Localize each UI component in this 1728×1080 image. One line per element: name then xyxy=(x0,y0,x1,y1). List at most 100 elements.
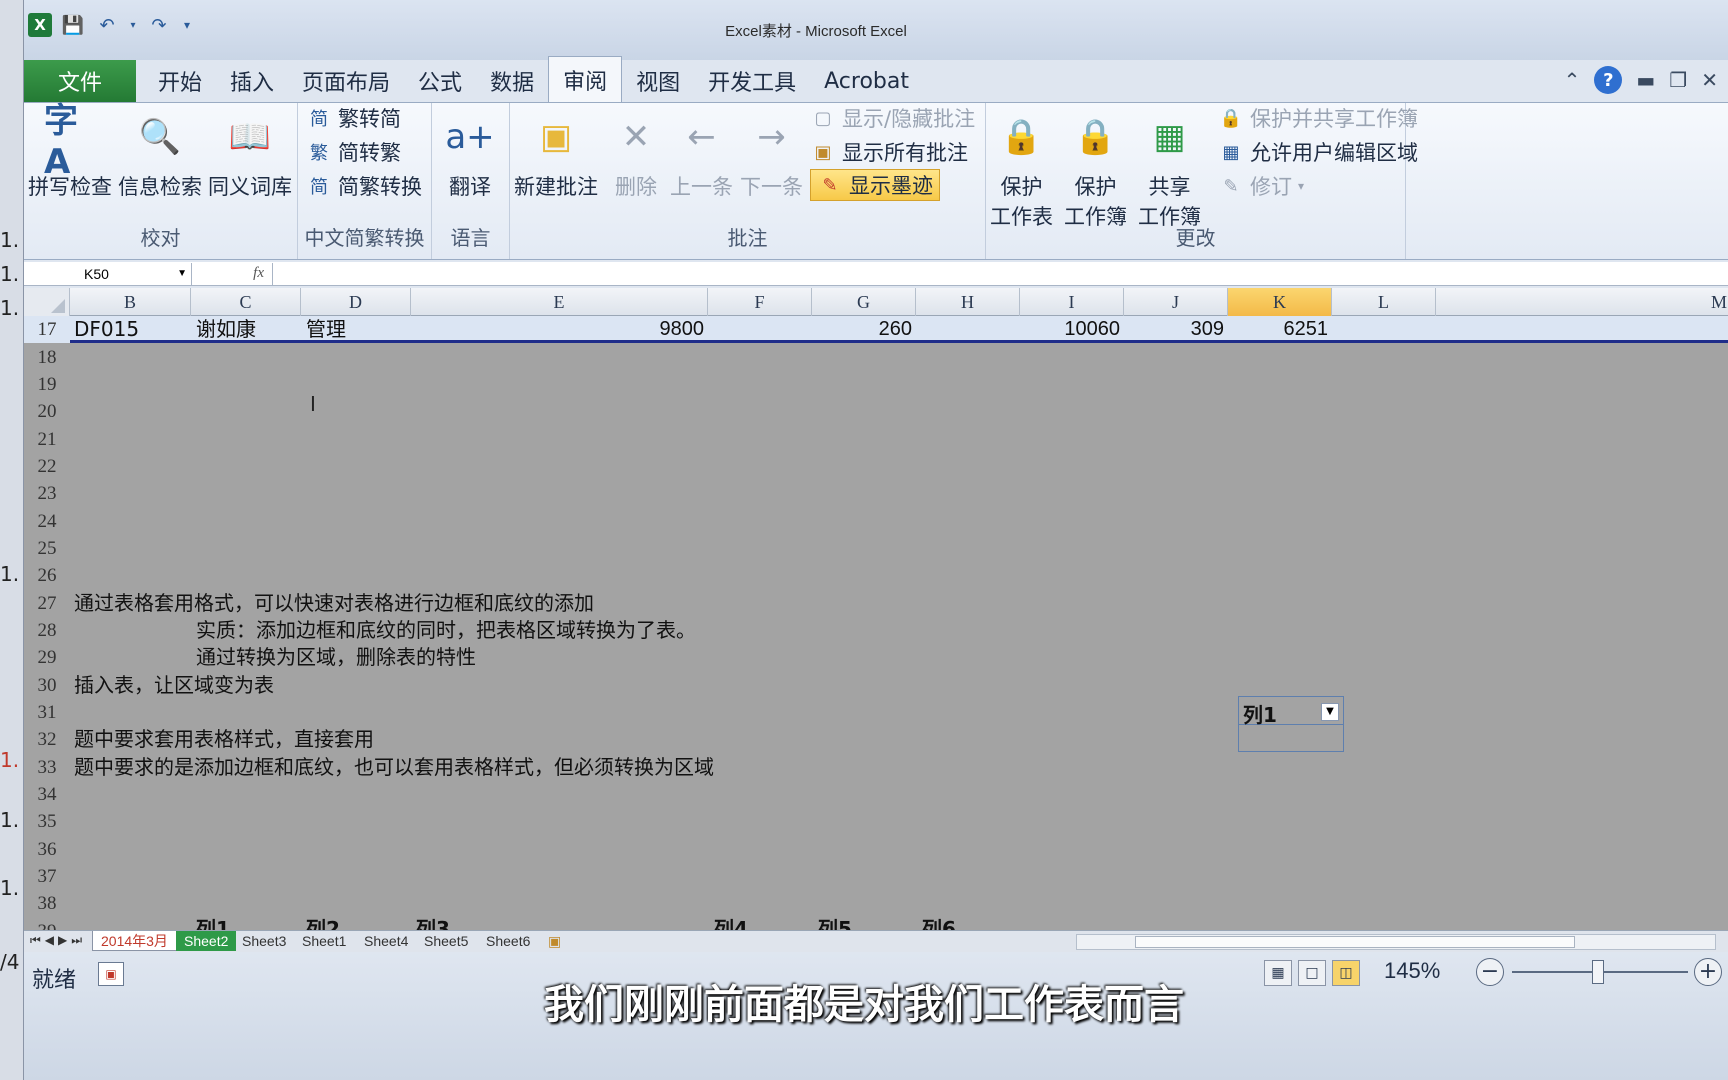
cell-b32[interactable]: 题中要求套用表格样式，直接套用 xyxy=(74,726,374,753)
delete-comment-button[interactable]: ✕ 删除 xyxy=(610,109,662,201)
sheet-navigation-arrows[interactable]: ⏮◀▶⏭ xyxy=(30,933,86,948)
column-header-b[interactable]: B xyxy=(70,288,191,316)
sheet-tab-2014-march[interactable]: 2014年3月 xyxy=(92,931,177,951)
column-header-d[interactable]: D xyxy=(301,288,411,316)
row-header[interactable]: 32 xyxy=(24,726,70,753)
minimize-icon[interactable]: ▬ xyxy=(1636,68,1655,92)
select-all-corner[interactable] xyxy=(24,288,70,316)
name-box[interactable]: K50 ▼ xyxy=(24,262,192,285)
minimize-ribbon-icon[interactable]: ⌃ xyxy=(1564,68,1581,92)
translate-button[interactable]: a+ 翻译 xyxy=(444,109,496,201)
previous-comment-button[interactable]: ← 上一条 xyxy=(670,109,733,201)
cell-b27[interactable]: 通过表格套用格式，可以快速对表格进行边框和底纹的添加 xyxy=(74,590,594,617)
row-header[interactable]: 21 xyxy=(24,426,70,453)
formula-input[interactable] xyxy=(272,262,1728,285)
column-header-f[interactable]: F xyxy=(708,288,812,316)
sheet-tab-sheet4[interactable]: Sheet4 xyxy=(356,931,416,951)
row-header[interactable]: 18 xyxy=(24,344,70,371)
column-header-j[interactable]: J xyxy=(1124,288,1228,316)
row-header[interactable]: 34 xyxy=(24,781,70,808)
protect-share-workbook-button[interactable]: 🔒 保护并共享工作簿 xyxy=(1218,103,1418,133)
row-header[interactable]: 31 xyxy=(24,699,70,726)
tab-formulas[interactable]: 公式 xyxy=(404,60,476,102)
cell-g39[interactable]: 列5 xyxy=(818,916,852,930)
cell-e39[interactable]: 列3 xyxy=(416,916,450,930)
new-comment-button[interactable]: ▣ 新建批注 xyxy=(514,109,598,201)
column-header-i[interactable]: I xyxy=(1020,288,1124,316)
insert-function-icon[interactable]: fx xyxy=(192,265,272,282)
sheet-tab-sheet5[interactable]: Sheet5 xyxy=(416,931,476,951)
row-header[interactable]: 19 xyxy=(24,371,70,398)
tab-page-layout[interactable]: 页面布局 xyxy=(288,60,404,102)
horizontal-scrollbar[interactable] xyxy=(1076,934,1716,950)
thesaurus-button[interactable]: 📖 同义词库 xyxy=(208,109,292,201)
help-icon[interactable]: ? xyxy=(1594,66,1623,94)
row-header[interactable]: 24 xyxy=(24,508,70,535)
row-header[interactable]: 38 xyxy=(24,890,70,917)
cell-g17[interactable]: 260 xyxy=(812,316,912,343)
cell-k17[interactable]: 6251 xyxy=(1228,316,1329,343)
tab-home[interactable]: 开始 xyxy=(144,60,216,102)
row-header[interactable]: 35 xyxy=(24,808,70,835)
column-header-e[interactable]: E xyxy=(411,288,708,316)
sheet-tab-sheet2[interactable]: Sheet2 xyxy=(176,931,237,951)
row-header[interactable]: 17 xyxy=(24,316,70,343)
row-header[interactable]: 26 xyxy=(24,562,70,589)
table-header-cell[interactable]: 列1 ▼ xyxy=(1238,696,1344,752)
cell-i17[interactable]: 10060 xyxy=(1020,316,1120,343)
filter-dropdown-icon[interactable]: ▼ xyxy=(1321,703,1339,721)
spell-check-button[interactable]: 字A 拼写检查 xyxy=(28,101,112,201)
cell-f39[interactable]: 列4 xyxy=(714,916,748,930)
cell-c17[interactable]: 谢如康 xyxy=(196,316,256,343)
row-header[interactable]: 22 xyxy=(24,453,70,480)
tab-insert[interactable]: 插入 xyxy=(216,60,288,102)
column-header-m[interactable]: M xyxy=(1436,288,1728,316)
share-workbook-button[interactable]: ▦ 共享 工作簿 xyxy=(1138,109,1201,231)
row-header[interactable]: 20 xyxy=(24,398,70,425)
to-simplified-button[interactable]: 简 繁转简 xyxy=(306,103,401,133)
protect-sheet-button[interactable]: 🔒 保护 工作表 xyxy=(990,109,1053,231)
cell-h39[interactable]: 列6 xyxy=(922,916,956,930)
tab-data[interactable]: 数据 xyxy=(476,60,548,102)
sheet-tab-sheet6[interactable]: Sheet6 xyxy=(478,931,538,951)
insert-sheet-icon[interactable]: ▣ xyxy=(540,931,569,951)
sheet-tab-sheet1[interactable]: Sheet1 xyxy=(294,931,354,951)
column-header-g[interactable]: G xyxy=(812,288,916,316)
cell-e17[interactable]: 9800 xyxy=(411,316,705,343)
convert-chinese-button[interactable]: 简 简繁转换 xyxy=(306,171,422,201)
column-header-l[interactable]: L xyxy=(1332,288,1436,316)
column-header-h[interactable]: H xyxy=(916,288,1020,316)
row-header[interactable]: 29 xyxy=(24,644,70,671)
close-icon[interactable]: ✕ xyxy=(1701,68,1718,92)
next-comment-button[interactable]: → 下一条 xyxy=(740,109,803,201)
show-all-comments-button[interactable]: ▣ 显示所有批注 xyxy=(810,137,968,167)
column-header-k[interactable]: K xyxy=(1228,288,1332,316)
cell-j17[interactable]: 309 xyxy=(1124,316,1224,343)
research-button[interactable]: 🔍 信息检索 xyxy=(118,109,202,201)
protect-workbook-button[interactable]: 🔒 保护 工作簿 xyxy=(1064,109,1127,231)
row-header[interactable]: 36 xyxy=(24,836,70,863)
row-header[interactable]: 23 xyxy=(24,480,70,507)
cell-d17[interactable]: 管理 xyxy=(306,316,346,343)
track-changes-button[interactable]: ✎ 修订 ▾ xyxy=(1218,171,1304,201)
sheet-tab-sheet3[interactable]: Sheet3 xyxy=(234,931,294,951)
row-header[interactable]: 33 xyxy=(24,754,70,781)
cell-b17[interactable]: DF015 xyxy=(74,316,139,343)
to-traditional-button[interactable]: 繁 简转繁 xyxy=(306,137,401,167)
cell-c28[interactable]: 实质：添加边框和底纹的同时，把表格区域转换为了表。 xyxy=(196,617,696,644)
row-header[interactable]: 27 xyxy=(24,590,70,617)
row-header[interactable]: 30 xyxy=(24,672,70,699)
cell-b30[interactable]: 插入表，让区域变为表 xyxy=(74,672,274,699)
row-header[interactable]: 25 xyxy=(24,535,70,562)
scrollbar-thumb[interactable] xyxy=(1135,936,1575,948)
row-header[interactable]: 37 xyxy=(24,863,70,890)
tab-acrobat[interactable]: Acrobat xyxy=(810,60,923,102)
cell-d39[interactable]: 列2 xyxy=(306,916,340,930)
show-ink-button[interactable]: ✎ 显示墨迹 xyxy=(810,169,940,201)
row-header[interactable]: 28 xyxy=(24,617,70,644)
cell-c39[interactable]: 列1 xyxy=(196,916,230,930)
restore-icon[interactable]: ❐ xyxy=(1669,68,1687,92)
tab-developer[interactable]: 开发工具 xyxy=(694,60,810,102)
column-header-c[interactable]: C xyxy=(191,288,301,316)
tab-review[interactable]: 审阅 xyxy=(548,56,623,102)
